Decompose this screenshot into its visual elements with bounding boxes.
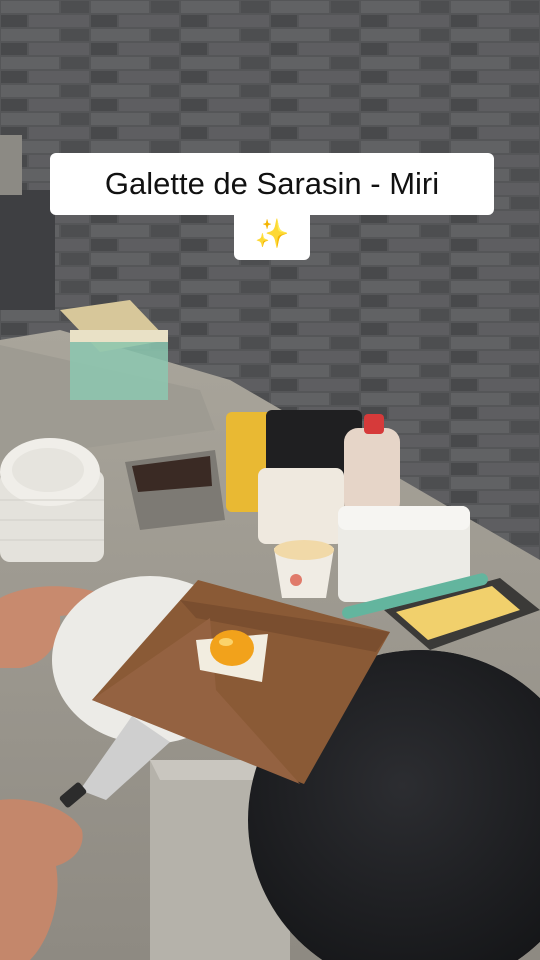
plate-stack bbox=[0, 438, 104, 562]
left-shelf bbox=[0, 190, 55, 310]
kitchen-photo bbox=[0, 0, 540, 960]
metal-container bbox=[125, 450, 225, 530]
small-cup bbox=[274, 540, 334, 598]
egg-yolk bbox=[210, 630, 254, 666]
sparkles-icon: ✨ bbox=[234, 206, 310, 260]
sauce-bottle bbox=[344, 414, 400, 516]
